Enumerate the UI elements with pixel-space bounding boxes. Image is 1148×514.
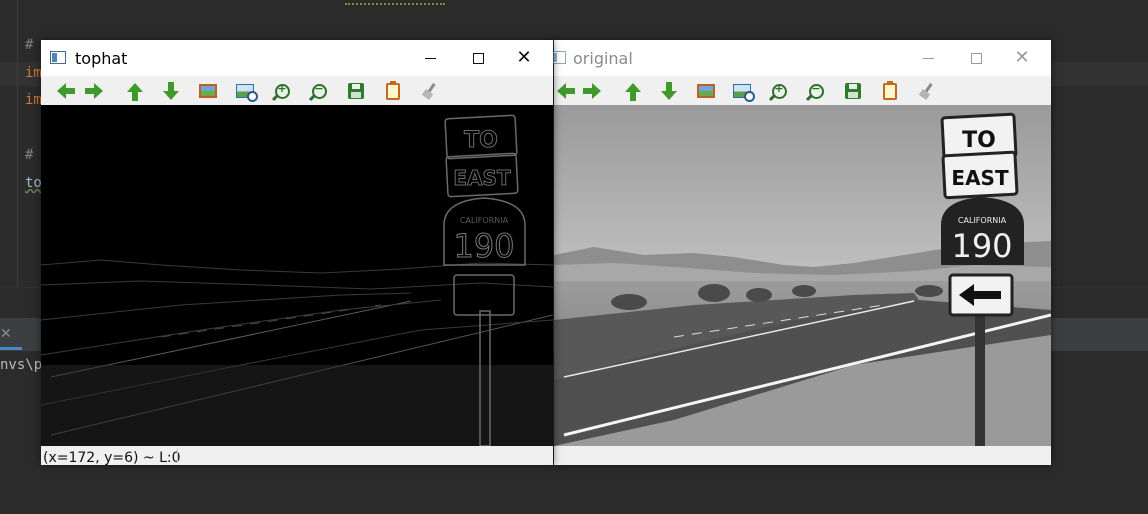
properties-button[interactable] xyxy=(382,80,404,102)
sign-to-text: TO xyxy=(464,128,498,153)
sign-east-text: EAST xyxy=(453,166,511,190)
original-window[interactable]: original ✕ + − TO EAST CALIFORNIA 190 xyxy=(550,40,1051,465)
status-bar xyxy=(554,446,1051,465)
save-icon xyxy=(348,83,364,99)
sign-to-text: TO xyxy=(962,128,996,153)
pan-right-icon xyxy=(84,83,103,99)
clear-icon xyxy=(919,83,935,99)
maximize-icon xyxy=(970,52,982,64)
sign-east-text: EAST xyxy=(951,166,1009,190)
pan-up-icon xyxy=(127,82,143,101)
pan-right-button[interactable] xyxy=(84,80,109,102)
pan-left-button[interactable] xyxy=(550,80,575,102)
close-button[interactable]: ✕ xyxy=(501,40,547,76)
tophat-window[interactable]: tophat ✕ + − TO EAST CALIFORNIA 190 (x=1… xyxy=(41,40,553,466)
zoom-in-icon: + xyxy=(274,82,290,99)
pan-down-button[interactable] xyxy=(658,80,680,102)
image-canvas[interactable]: TO EAST CALIFORNIA 190 xyxy=(554,105,1051,446)
save-button[interactable] xyxy=(345,80,367,102)
title-bar[interactable]: tophat ✕ xyxy=(41,40,553,76)
close-icon[interactable]: ✕ xyxy=(0,326,12,342)
zoom-original-button[interactable] xyxy=(731,80,755,102)
minimize-button[interactable] xyxy=(905,40,951,76)
properties-icon xyxy=(883,80,897,100)
code-line[interactable]: im xyxy=(25,65,42,81)
toolbar: + − xyxy=(554,76,1051,105)
pan-left-button[interactable] xyxy=(50,80,75,102)
zoom-in-button[interactable]: + xyxy=(768,80,790,102)
shield-number-text: 190 xyxy=(453,227,514,265)
zoom-fit-icon xyxy=(199,84,217,98)
shield-label-text: CALIFORNIA xyxy=(460,216,509,225)
pan-down-button[interactable] xyxy=(160,80,182,102)
image-canvas[interactable]: TO EAST CALIFORNIA 190 xyxy=(41,105,553,446)
pan-right-button[interactable] xyxy=(582,80,607,102)
pan-left-icon xyxy=(56,83,75,99)
title-bar[interactable]: original ✕ xyxy=(550,40,1051,76)
pan-left-icon xyxy=(556,83,575,99)
clear-button[interactable] xyxy=(419,80,441,102)
clear-icon xyxy=(422,83,438,99)
code-line[interactable]: to xyxy=(25,175,42,191)
tophat-image: TO EAST CALIFORNIA 190 xyxy=(41,105,553,446)
cursor-position-readout: (x=172, y=6) ~ L:0 xyxy=(43,450,181,466)
minimize-icon xyxy=(424,57,436,59)
close-icon: ✕ xyxy=(516,47,532,68)
code-line[interactable]: im xyxy=(25,92,42,108)
zoom-in-button[interactable]: + xyxy=(271,80,293,102)
pan-right-icon xyxy=(582,83,601,99)
properties-icon xyxy=(386,80,400,100)
active-tab-indicator xyxy=(0,347,22,350)
zoom-in-icon: + xyxy=(771,82,787,99)
pan-up-icon xyxy=(625,82,641,101)
maximize-button[interactable] xyxy=(953,40,999,76)
maximize-icon xyxy=(472,52,484,64)
pan-up-button[interactable] xyxy=(622,80,644,102)
clear-button[interactable] xyxy=(916,80,938,102)
zoom-original-icon xyxy=(733,84,755,102)
status-divider xyxy=(177,448,178,463)
minimize-icon xyxy=(922,57,934,59)
shield-number-text: 190 xyxy=(951,227,1012,265)
original-image: TO EAST CALIFORNIA 190 xyxy=(554,105,1051,446)
save-button[interactable] xyxy=(842,80,864,102)
toolbar: + − xyxy=(41,76,553,105)
zoom-fit-icon xyxy=(697,84,715,98)
zoom-out-icon: − xyxy=(311,82,327,99)
close-button[interactable]: ✕ xyxy=(999,40,1045,76)
console-output: nvs\p xyxy=(0,357,43,373)
code-line[interactable]: # xyxy=(25,37,33,53)
status-bar: (x=172, y=6) ~ L:0 xyxy=(41,446,553,466)
zoom-out-button[interactable]: − xyxy=(308,80,330,102)
window-title: tophat xyxy=(75,49,128,68)
ide-gutter xyxy=(17,0,18,287)
zoom-fit-button[interactable] xyxy=(197,80,219,102)
zoom-fit-button[interactable] xyxy=(695,80,717,102)
close-icon: ✕ xyxy=(1014,47,1030,68)
maximize-button[interactable] xyxy=(455,40,501,76)
warning-squiggle xyxy=(345,0,445,5)
pan-down-icon xyxy=(163,81,179,100)
app-window-icon xyxy=(50,51,66,64)
window-title: original xyxy=(573,49,633,68)
pan-up-button[interactable] xyxy=(124,80,146,102)
zoom-out-button[interactable]: − xyxy=(805,80,827,102)
code-line[interactable]: # xyxy=(25,147,33,163)
pan-down-icon xyxy=(661,81,677,100)
zoom-out-icon: − xyxy=(808,82,824,99)
save-icon xyxy=(845,83,861,99)
minimize-button[interactable] xyxy=(407,40,453,76)
shield-label-text: CALIFORNIA xyxy=(958,216,1007,225)
zoom-original-icon xyxy=(236,84,258,102)
zoom-original-button[interactable] xyxy=(234,80,258,102)
properties-button[interactable] xyxy=(879,80,901,102)
